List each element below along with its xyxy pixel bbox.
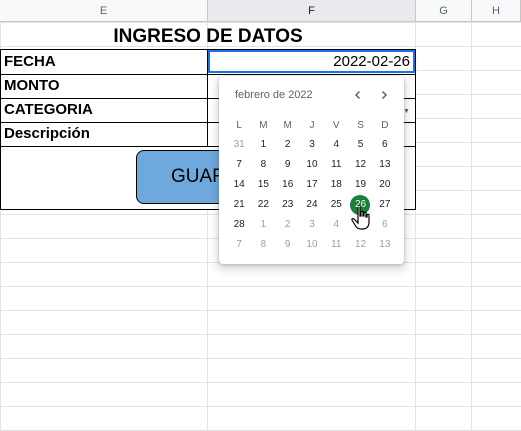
calendar-day[interactable]: 7 bbox=[227, 235, 251, 255]
column-header-f[interactable]: F bbox=[208, 0, 416, 22]
calendar-week: 7 8 9 10 11 12 13 bbox=[227, 235, 397, 255]
weekday-label: S bbox=[357, 120, 364, 131]
weekday-label: V bbox=[332, 120, 340, 131]
weekday-header: L M M J V S D bbox=[227, 120, 397, 131]
calendar-day[interactable]: 12 bbox=[348, 155, 372, 175]
calendar-day[interactable]: 24 bbox=[300, 195, 324, 215]
date-picker-popup: febrero de 2022 L M M J V S D 31 1 2 3 4… bbox=[219, 76, 404, 264]
calendar-day[interactable]: 6 bbox=[373, 215, 397, 235]
calendar-day[interactable]: 21 bbox=[227, 195, 251, 215]
chevron-right-icon[interactable] bbox=[375, 86, 393, 104]
calendar-day[interactable]: 1 bbox=[251, 135, 275, 155]
calendar-day[interactable]: 25 bbox=[324, 195, 348, 215]
fecha-input[interactable]: 2022-02-26 bbox=[208, 50, 415, 73]
calendar-day[interactable]: 20 bbox=[373, 175, 397, 195]
calendar-week: 7 8 9 10 11 12 13 bbox=[227, 155, 397, 175]
grid-line bbox=[471, 22, 472, 431]
calendar-day[interactable]: 13 bbox=[373, 235, 397, 255]
column-header-h[interactable]: H bbox=[472, 0, 521, 22]
calendar-day[interactable]: 10 bbox=[300, 155, 324, 175]
calendar-day[interactable]: 19 bbox=[348, 175, 372, 195]
dropdown-arrow-icon[interactable]: ▼ bbox=[403, 108, 410, 115]
chevron-left-icon[interactable] bbox=[349, 86, 367, 104]
calendar-day[interactable]: 11 bbox=[324, 235, 348, 255]
calendar-day[interactable]: 9 bbox=[276, 155, 300, 175]
calendar-day[interactable]: 28 bbox=[227, 215, 251, 235]
calendar-day[interactable]: 15 bbox=[251, 175, 275, 195]
calendar-day[interactable]: 27 bbox=[373, 195, 397, 215]
calendar-day[interactable]: 4 bbox=[324, 135, 348, 155]
label-monto: MONTO bbox=[4, 77, 60, 94]
weekday-label: M bbox=[259, 120, 268, 131]
calendar-day[interactable]: 4 bbox=[324, 215, 348, 235]
calendar-day[interactable]: 9 bbox=[276, 235, 300, 255]
weekday-label: J bbox=[309, 120, 315, 131]
calendar-day[interactable]: 12 bbox=[348, 235, 372, 255]
calendar-day[interactable]: 8 bbox=[251, 235, 275, 255]
calendar-day[interactable]: 3 bbox=[300, 215, 324, 235]
calendar-day[interactable]: 16 bbox=[276, 175, 300, 195]
weekday-label: L bbox=[236, 120, 242, 131]
calendar-day[interactable]: 1 bbox=[251, 215, 275, 235]
calendar-day[interactable]: 22 bbox=[251, 195, 275, 215]
calendar-day[interactable]: 17 bbox=[300, 175, 324, 195]
weekday-label: M bbox=[283, 120, 292, 131]
calendar-week: 14 15 16 17 18 19 20 bbox=[227, 175, 397, 195]
calendar-day[interactable]: 13 bbox=[373, 155, 397, 175]
calendar-day[interactable]: 3 bbox=[300, 135, 324, 155]
calendar-day[interactable]: 23 bbox=[276, 195, 300, 215]
calendar-day[interactable]: 18 bbox=[324, 175, 348, 195]
calendar-day[interactable]: 14 bbox=[227, 175, 251, 195]
calendar-day[interactable]: 11 bbox=[324, 155, 348, 175]
form-title: INGRESO DE DATOS bbox=[113, 26, 303, 47]
column-header-g[interactable]: G bbox=[416, 0, 472, 22]
weekday-label: D bbox=[381, 120, 389, 131]
calendar-month-label: febrero de 2022 bbox=[235, 89, 313, 101]
calendar-day[interactable]: 2 bbox=[276, 215, 300, 235]
calendar-day[interactable]: 5 bbox=[348, 135, 372, 155]
label-categoria: CATEGORIA bbox=[4, 101, 93, 118]
calendar-day[interactable]: 7 bbox=[227, 155, 251, 175]
label-descripcion: Descripción bbox=[4, 125, 90, 142]
calendar-day[interactable]: 6 bbox=[373, 135, 397, 155]
label-fecha: FECHA bbox=[4, 53, 56, 70]
calendar-day[interactable]: 31 bbox=[227, 135, 251, 155]
column-header-e[interactable]: E bbox=[0, 0, 208, 22]
calendar-day[interactable]: 2 bbox=[276, 135, 300, 155]
calendar-day[interactable]: 8 bbox=[251, 155, 275, 175]
calendar-day[interactable]: 10 bbox=[300, 235, 324, 255]
calendar-week: 31 1 2 3 4 5 6 bbox=[227, 135, 397, 155]
